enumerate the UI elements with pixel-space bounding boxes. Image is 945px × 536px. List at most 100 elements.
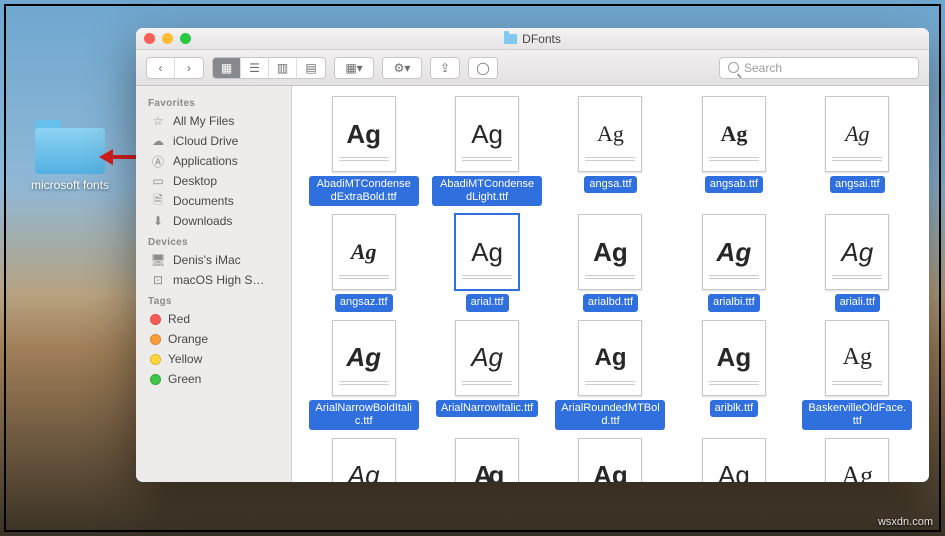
sidebar-item-label: Red [168, 312, 190, 326]
file-thumbnail[interactable]: Ag [702, 320, 766, 396]
file-thumbnail[interactable]: Ag [332, 96, 396, 172]
file-item[interactable]: Ag angsab.ttf [678, 96, 789, 206]
file-item[interactable]: Ag [431, 438, 542, 482]
file-item[interactable]: Ag arial.ttf [431, 214, 542, 311]
file-item[interactable]: AgArialNarrowBoldItalic.ttf [308, 320, 419, 430]
file-thumbnail[interactable]: Ag [455, 96, 519, 172]
sidebar-item-label: Applications [173, 154, 238, 168]
all-files-icon: ☆ [150, 114, 166, 128]
sidebar-tag-red[interactable]: Red [136, 309, 291, 329]
file-thumbnail[interactable]: Ag [455, 320, 519, 396]
maximize-button[interactable] [180, 33, 191, 44]
sidebar-item-documents[interactable]: 🗎Documents [136, 191, 291, 211]
sidebar-item-label: Documents [173, 194, 234, 208]
file-thumbnail[interactable]: Ag [332, 214, 396, 290]
file-item[interactable]: Agangsai.ttf [802, 96, 913, 206]
file-name-label: arialbi.ttf [708, 294, 760, 311]
tag-dot-icon [150, 314, 161, 325]
forward-button[interactable]: › [175, 58, 203, 78]
column-view-button[interactable]: ▥ [269, 58, 297, 78]
search-field[interactable]: Search [719, 57, 919, 79]
list-view-button[interactable]: ☰ [241, 58, 269, 78]
gallery-view-button[interactable]: ▤ [297, 58, 325, 78]
sidebar-item-icloud-drive[interactable]: ☁iCloud Drive [136, 131, 291, 151]
disk-icon: ⊡ [150, 273, 166, 287]
toolbar: ‹ › ▦ ☰ ▥ ▤ ▦▾ ⚙▾ ⇪ ◯ Search [136, 50, 929, 86]
folder-icon [504, 34, 517, 44]
arrange-group: ▦▾ [334, 57, 374, 79]
close-button[interactable] [144, 33, 155, 44]
file-name-label: angsab.ttf [705, 176, 763, 193]
arrange-button[interactable]: ▦▾ [335, 58, 373, 78]
search-icon [728, 62, 739, 73]
file-thumbnail[interactable]: Ag [825, 96, 889, 172]
sidebar-item-label: Desktop [173, 174, 217, 188]
file-thumbnail[interactable]: Ag [455, 438, 519, 482]
file-item[interactable]: AgAbadiMTCondensedLight.ttf [431, 96, 542, 206]
file-thumbnail[interactable]: Ag [825, 438, 889, 482]
file-name-label: ariblk.ttf [710, 400, 759, 417]
file-thumbnail[interactable]: Ag [332, 438, 396, 482]
watermark: wsxdn.com [878, 516, 933, 528]
sidebar-item-device[interactable]: 🖥Denis's iMac [136, 250, 291, 270]
favorites-header: Favorites [136, 92, 291, 111]
file-item[interactable]: Ag ariblk.ttf [678, 320, 789, 430]
file-thumbnail[interactable]: Ag [578, 96, 642, 172]
content-area[interactable]: Ag AbadiMTCondensedExtraBold.ttf AgAbadiMT… [292, 86, 929, 482]
back-button[interactable]: ‹ [147, 58, 175, 78]
file-thumbnail[interactable]: Ag [578, 438, 642, 482]
file-thumbnail[interactable]: Ag [825, 320, 889, 396]
file-item[interactable]: Ag [678, 438, 789, 482]
file-thumbnail[interactable]: Ag [332, 320, 396, 396]
folder-icon [35, 120, 105, 174]
file-thumbnail[interactable]: Ag [578, 320, 642, 396]
desktop-folder-label: microsoft fonts [25, 178, 115, 192]
file-item[interactable]: AgArialNarrowItalic.ttf [431, 320, 542, 430]
file-name-label: AbadiMTCondensedExtraBold.ttf [309, 176, 419, 206]
file-name-label: arialbd.ttf [583, 294, 638, 311]
sidebar-item-desktop[interactable]: ▭Desktop [136, 171, 291, 191]
file-item[interactable]: Ag arialbd.ttf [555, 214, 666, 311]
file-name-label: ArialRoundedMTBold.ttf [555, 400, 665, 430]
icon-view-button[interactable]: ▦ [213, 58, 241, 78]
edit-tags-button[interactable]: ◯ [469, 58, 497, 78]
file-item[interactable]: Ag [802, 438, 913, 482]
file-item[interactable]: Ag [308, 438, 419, 482]
file-thumbnail[interactable]: Ag [455, 214, 519, 290]
file-item[interactable]: Ag AbadiMTCondensedExtraBold.ttf [308, 96, 419, 206]
sidebar-tag-yellow[interactable]: Yellow [136, 349, 291, 369]
action-button[interactable]: ⚙▾ [383, 58, 421, 78]
file-item[interactable]: AgBaskervilleOldFace.ttf [802, 320, 913, 430]
sidebar-tag-orange[interactable]: Orange [136, 329, 291, 349]
apps-icon: Ⓐ [150, 154, 166, 168]
sidebar-tag-green[interactable]: Green [136, 369, 291, 389]
file-thumbnail[interactable]: Ag [578, 214, 642, 290]
share-button[interactable]: ⇪ [431, 58, 459, 78]
file-item[interactable]: Agangsa.ttf [555, 96, 666, 206]
sidebar-item-applications[interactable]: Ⓐ Applications [136, 151, 291, 171]
sidebar-item-downloads[interactable]: ⬇Downloads [136, 211, 291, 231]
tag-dot-icon [150, 334, 161, 345]
file-thumbnail[interactable]: Ag [702, 214, 766, 290]
tags-group: ◯ [468, 57, 498, 79]
cloud-icon: ☁ [150, 134, 166, 148]
file-name-label: arial.ttf [466, 294, 509, 311]
file-item[interactable]: Ag ArialRoundedMTBold.ttf [555, 320, 666, 430]
sidebar: Favorites ☆All My Files☁iCloud Drive Ⓐ App… [136, 86, 292, 482]
downloads-icon: ⬇ [150, 214, 166, 228]
file-item[interactable]: Ag arialbi.ttf [678, 214, 789, 311]
tag-dot-icon [150, 374, 161, 385]
minimize-button[interactable] [162, 33, 173, 44]
file-item[interactable]: Ag [555, 438, 666, 482]
traffic-lights [144, 33, 191, 44]
action-group: ⚙▾ [382, 57, 422, 79]
file-thumbnail[interactable]: Ag [825, 214, 889, 290]
file-thumbnail[interactable]: Ag [702, 96, 766, 172]
file-thumbnail[interactable]: Ag [702, 438, 766, 482]
file-item[interactable]: Agariali.ttf [802, 214, 913, 311]
sidebar-item-device[interactable]: ⊡macOS High S… [136, 270, 291, 290]
sidebar-item-all-my-files[interactable]: ☆All My Files [136, 111, 291, 131]
window-title: DFonts [136, 32, 929, 46]
titlebar[interactable]: DFonts [136, 28, 929, 50]
file-item[interactable]: Agangsaz.ttf [308, 214, 419, 311]
